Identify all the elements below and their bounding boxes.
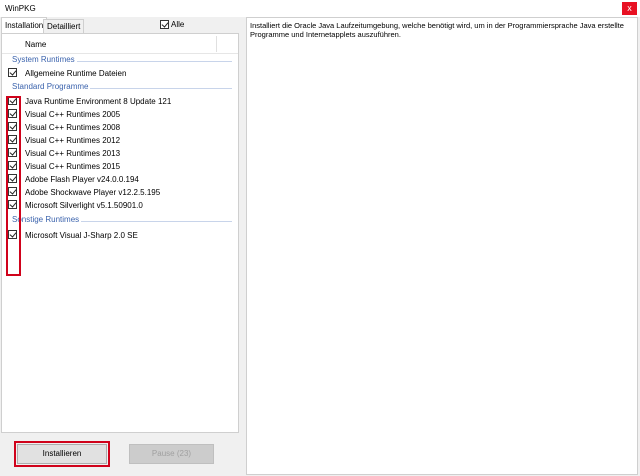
description-text: Installiert die Oracle Java Laufzeitumge… (250, 21, 624, 39)
item-label: Visual C++ Runtimes 2005 (25, 110, 121, 119)
list-item[interactable]: Visual C++ Runtimes 2012 (2, 134, 238, 147)
list-item[interactable]: Adobe Flash Player v24.0.0.194 (2, 173, 238, 186)
group-label: System Runtimes (12, 55, 77, 64)
list-item[interactable]: Microsoft Silverlight v5.1.50901.0 (2, 199, 238, 212)
item-label: Visual C++ Runtimes 2012 (25, 136, 121, 145)
list-item[interactable]: Visual C++ Runtimes 2015 (2, 160, 238, 173)
list-item[interactable]: Visual C++ Runtimes 2013 (2, 147, 238, 160)
select-all-toggle[interactable]: Alle (160, 20, 184, 31)
group-label: Standard Programme (12, 82, 91, 91)
item-label: Adobe Flash Player v24.0.0.194 (25, 175, 139, 184)
group-header-sonstige-runtimes: Sonstige Runtimes (2, 215, 238, 226)
item-checkbox[interactable] (8, 68, 17, 77)
checkbox-highlight-frame (6, 96, 21, 276)
install-button[interactable]: Installieren (17, 444, 107, 464)
item-label: Adobe Shockwave Player v12.2.5.195 (25, 188, 161, 197)
item-label: Microsoft Visual J-Sharp 2.0 SE (25, 231, 138, 240)
list-header: Name (2, 34, 238, 54)
tab-installation[interactable]: Installation (1, 17, 48, 33)
list-item[interactable]: Visual C++ Runtimes 2008 (2, 121, 238, 134)
description-panel: Installiert die Oracle Java Laufzeitumge… (246, 17, 638, 475)
program-list-panel: Name System Runtimes Allgemeine Runtime … (1, 33, 239, 433)
tab-detailliert[interactable]: Detailliert (43, 19, 85, 33)
column-header-name[interactable]: Name (25, 40, 46, 49)
item-label: Visual C++ Runtimes 2008 (25, 123, 121, 132)
item-label: Visual C++ Runtimes 2013 (25, 149, 121, 158)
group-header-standard-programme: Standard Programme (2, 82, 238, 93)
list-item[interactable]: Adobe Shockwave Player v12.2.5.195 (2, 186, 238, 199)
group-label: Sonstige Runtimes (12, 215, 82, 224)
close-button[interactable]: x (622, 2, 637, 15)
list-item[interactable]: Java Runtime Environment 8 Update 121 (2, 95, 238, 108)
list-item[interactable]: Allgemeine Runtime Dateien (2, 67, 238, 80)
item-label: Allgemeine Runtime Dateien (25, 69, 127, 78)
column-divider (216, 36, 217, 52)
window-title: WinPKG (5, 4, 36, 13)
item-label: Visual C++ Runtimes 2015 (25, 162, 121, 171)
list-item[interactable]: Visual C++ Runtimes 2005 (2, 108, 238, 121)
select-all-checkbox[interactable] (160, 20, 169, 30)
select-all-label: Alle (171, 20, 185, 30)
pause-button[interactable]: Pause (23) (129, 444, 214, 464)
item-label: Java Runtime Environment 8 Update 121 (25, 97, 172, 106)
item-label: Microsoft Silverlight v5.1.50901.0 (25, 201, 143, 210)
title-bar: WinPKG x (0, 0, 640, 17)
list-item[interactable]: Microsoft Visual J-Sharp 2.0 SE (2, 229, 238, 242)
tab-bar: Installation Detailliert (0, 17, 240, 33)
group-header-system-runtimes: System Runtimes (2, 55, 238, 66)
